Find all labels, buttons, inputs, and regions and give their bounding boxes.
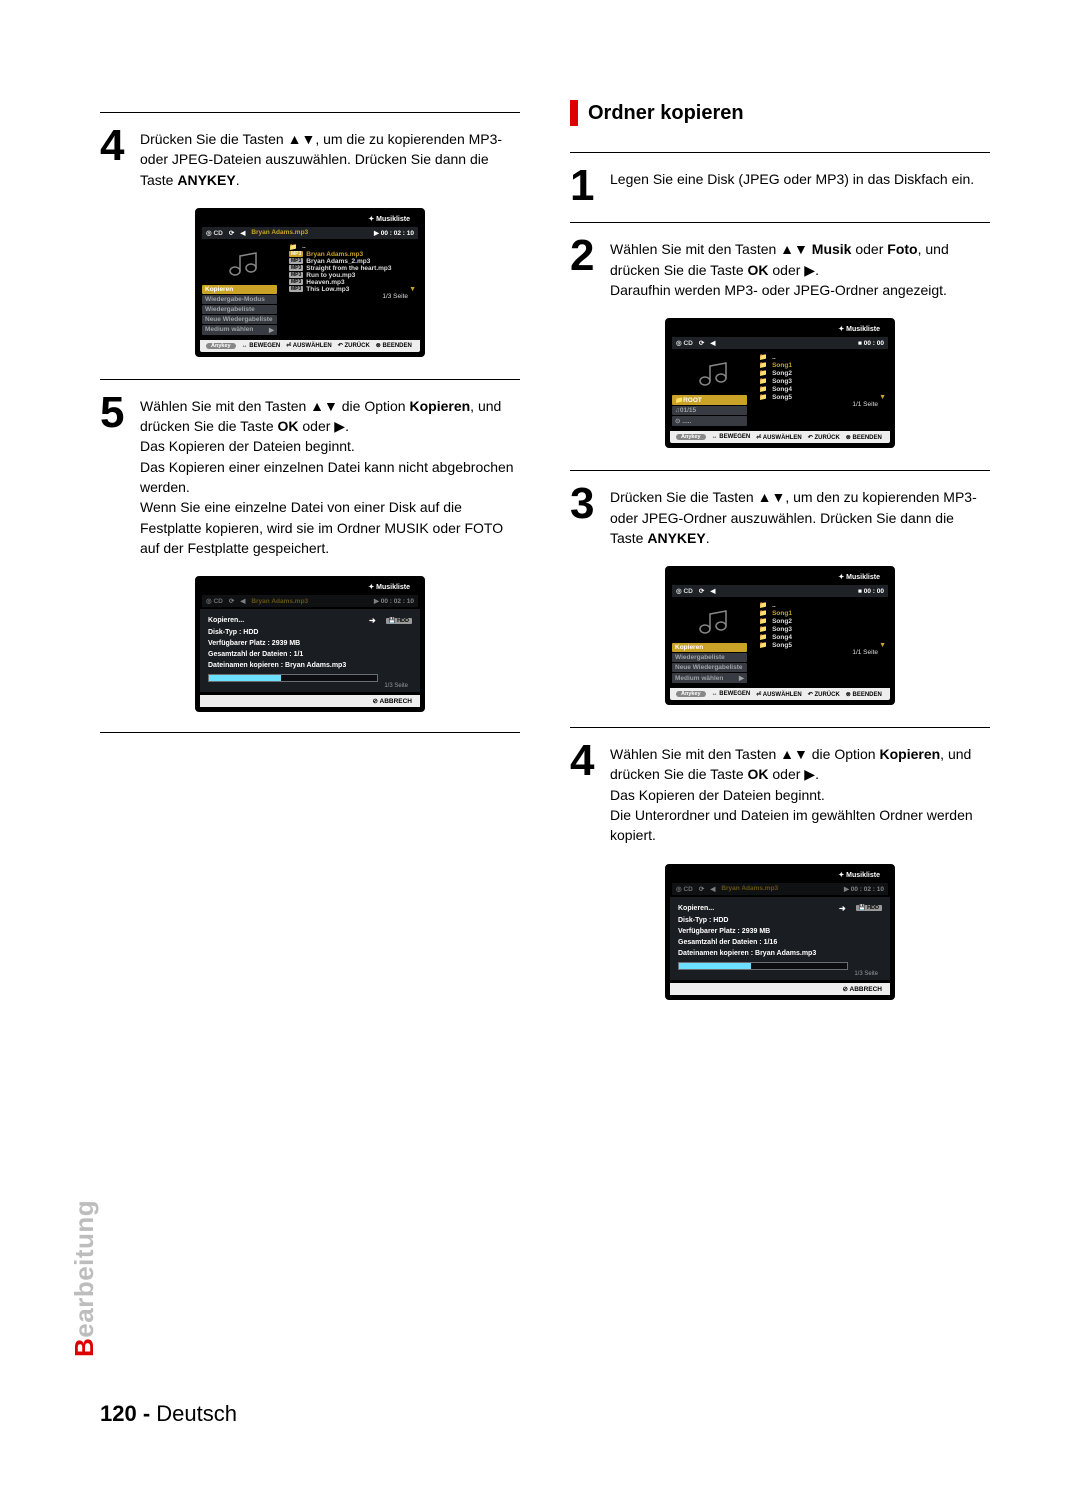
osd-screenshot-folder-list: ✦ Musikliste ◎ CD⟳◀ ■ 00 : 00 📁 ROOT ♫ 0… bbox=[665, 318, 895, 448]
osd-screenshot-copy-progress-folder: ✦ Musikliste ◎ CD⟳◀ Bryan Adams.mp3 ▶ 00… bbox=[665, 864, 895, 1000]
music-icon bbox=[696, 608, 730, 636]
osd-screenshot-music-list: ✦ Musikliste ◎ CD⟳◀ Bryan Adams.mp3 ▶ 00… bbox=[195, 208, 425, 357]
right-column: Ordner kopieren 1 Legen Sie eine Disk (J… bbox=[570, 100, 990, 1020]
step-number: 3 bbox=[570, 485, 598, 548]
step-text: Drücken Sie die Tasten ▲▼, um die zu kop… bbox=[140, 127, 520, 190]
step-text: Legen Sie eine Disk (JPEG oder MP3) in d… bbox=[610, 167, 974, 204]
left-column: 4 Drücken Sie die Tasten ▲▼, um die zu k… bbox=[100, 100, 520, 1020]
section-marker bbox=[570, 100, 578, 126]
step-text: Wählen Sie mit den Tasten ▲▼ die Option … bbox=[140, 394, 520, 558]
step-number: 1 bbox=[570, 167, 598, 204]
osd-screenshot-copy-progress: ✦ Musikliste ◎ CD⟳◀ Bryan Adams.mp3 ▶ 00… bbox=[195, 576, 425, 712]
page-footer: 120 - Deutsch bbox=[100, 1401, 237, 1427]
right-step-3: 3 Drücken Sie die Tasten ▲▼, um den zu k… bbox=[570, 485, 990, 548]
step-number: 4 bbox=[100, 127, 128, 190]
right-step-1: 1 Legen Sie eine Disk (JPEG oder MP3) in… bbox=[570, 167, 990, 204]
side-tab: Bearbeitung bbox=[69, 1200, 100, 1357]
osd-screenshot-folder-menu: ✦ Musikliste ◎ CD⟳◀ ■ 00 : 00 Kopieren W… bbox=[665, 566, 895, 705]
right-step-4: 4 Wählen Sie mit den Tasten ▲▼ die Optio… bbox=[570, 742, 990, 845]
step-text: Drücken Sie die Tasten ▲▼, um den zu kop… bbox=[610, 485, 990, 548]
left-step-4: 4 Drücken Sie die Tasten ▲▼, um die zu k… bbox=[100, 127, 520, 190]
section-header: Ordner kopieren bbox=[570, 100, 990, 126]
section-title: Ordner kopieren bbox=[588, 102, 744, 125]
left-step-5: 5 Wählen Sie mit den Tasten ▲▼ die Optio… bbox=[100, 394, 520, 558]
step-text: Wählen Sie mit den Tasten ▲▼ Musik oder … bbox=[610, 237, 990, 300]
manual-page: 4 Drücken Sie die Tasten ▲▼, um die zu k… bbox=[0, 0, 1080, 1487]
step-number: 5 bbox=[100, 394, 128, 558]
step-number: 4 bbox=[570, 742, 598, 845]
step-text: Wählen Sie mit den Tasten ▲▼ die Option … bbox=[610, 742, 990, 845]
right-step-2: 2 Wählen Sie mit den Tasten ▲▼ Musik ode… bbox=[570, 237, 990, 300]
music-icon bbox=[696, 360, 730, 388]
step-number: 2 bbox=[570, 237, 598, 300]
music-icon bbox=[226, 250, 260, 278]
